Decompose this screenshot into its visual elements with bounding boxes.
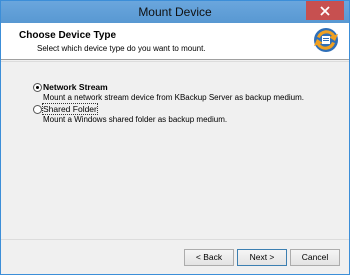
page-title: Choose Device Type xyxy=(19,30,117,41)
close-icon xyxy=(320,5,330,16)
cancel-button[interactable]: Cancel xyxy=(290,249,340,266)
page-subtitle: Select which device type do you want to … xyxy=(37,44,206,53)
option-label[interactable]: Shared Folder xyxy=(42,103,98,115)
window-title: Mount Device xyxy=(138,5,212,19)
title-bar[interactable]: Mount Device xyxy=(1,1,349,23)
network-stream-radio[interactable] xyxy=(33,83,42,92)
next-button[interactable]: Next > xyxy=(237,249,287,266)
option-description: Mount a Windows shared folder as backup … xyxy=(43,115,228,124)
back-button[interactable]: < Back xyxy=(184,249,234,266)
close-button[interactable] xyxy=(306,1,344,20)
header-panel: Choose Device Type Select which device t… xyxy=(1,23,349,60)
mount-device-dialog: Mount Device Choose Device Type Select w… xyxy=(0,0,350,275)
header-divider xyxy=(1,61,349,62)
option-label[interactable]: Network Stream xyxy=(43,82,108,92)
shared-folder-radio[interactable] xyxy=(33,105,42,114)
option-description: Mount a network stream device from KBack… xyxy=(43,93,304,102)
kbackup-logo-icon xyxy=(314,28,338,52)
footer-divider xyxy=(1,239,349,240)
